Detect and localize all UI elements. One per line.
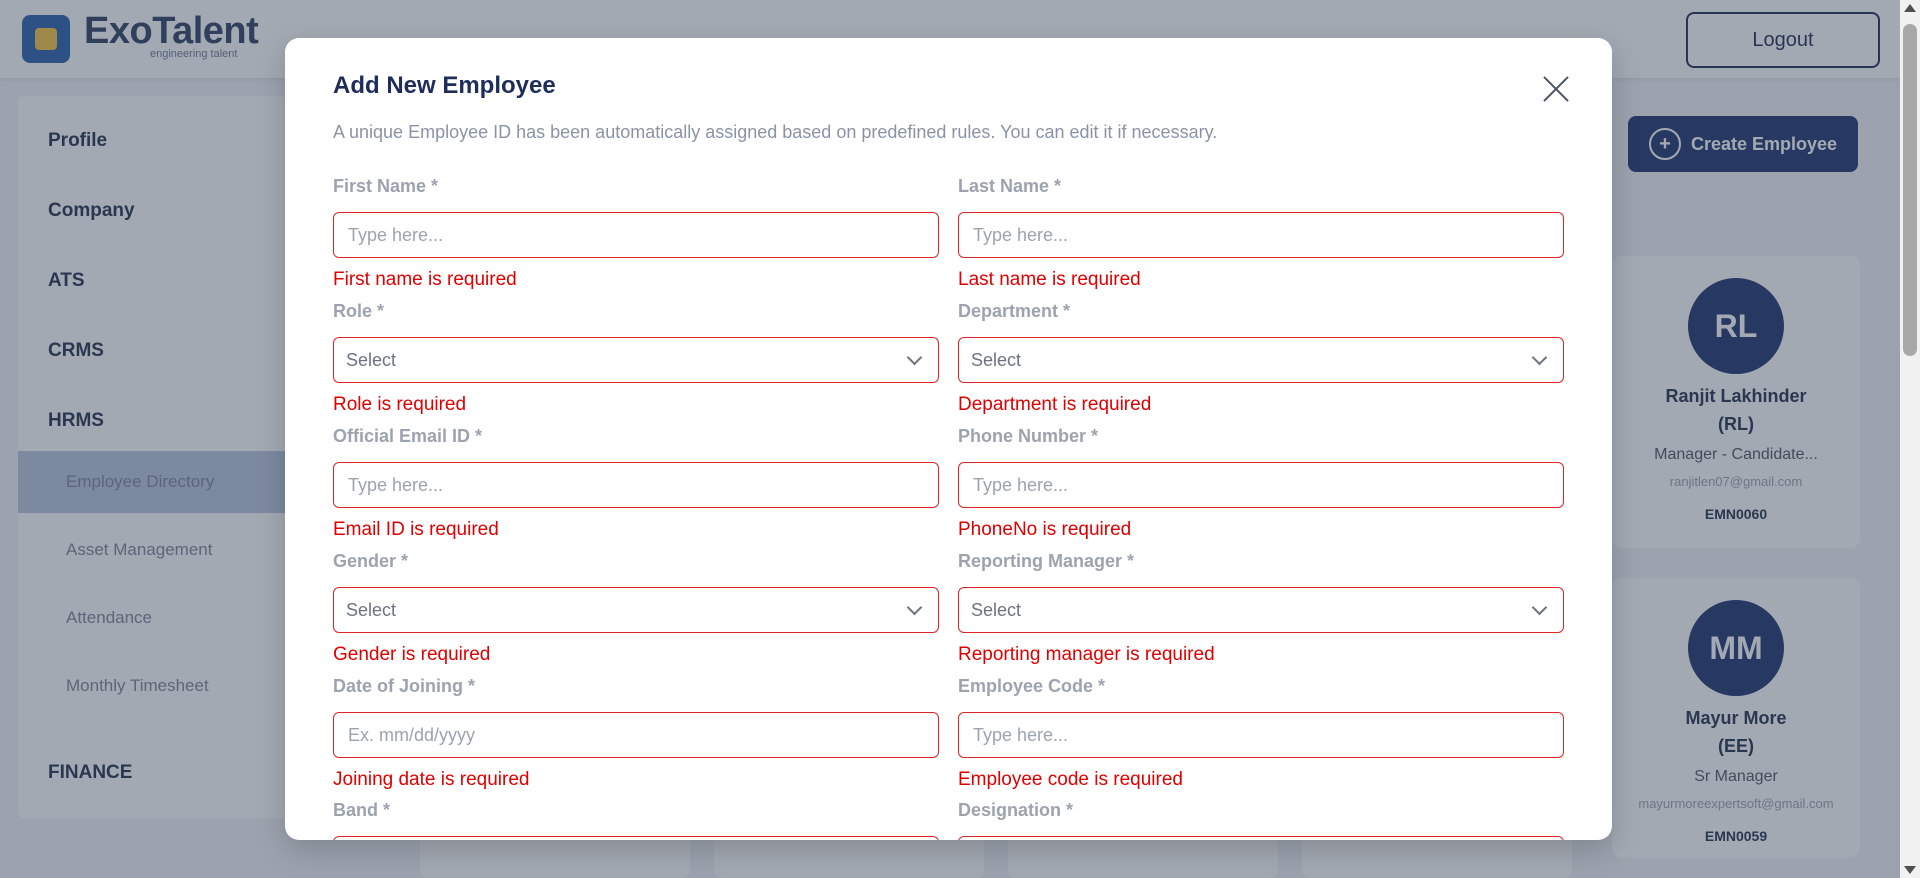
scroll-down-arrow-icon[interactable] bbox=[1904, 866, 1916, 874]
last-name-input[interactable]: Type here... bbox=[958, 212, 1564, 258]
first-name-input[interactable]: Type here... bbox=[333, 212, 939, 258]
last-name-error: Last name is required bbox=[958, 269, 1141, 290]
last-name-label: Last Name * bbox=[958, 176, 1062, 196]
employee-code-placeholder: Type here... bbox=[973, 724, 1069, 745]
phone-field: Phone Number * Type here... PhoneNo is r… bbox=[958, 424, 1566, 542]
phone-error: PhoneNo is required bbox=[958, 519, 1132, 540]
chevron-down-icon bbox=[1531, 349, 1548, 366]
department-field: Department * Select Department is requir… bbox=[958, 299, 1566, 417]
date-of-joining-placeholder: Ex. mm/dd/yyyy bbox=[348, 724, 476, 745]
designation-label: Designation * bbox=[958, 800, 1074, 820]
band-select[interactable] bbox=[333, 836, 939, 840]
gender-error: Gender is required bbox=[333, 644, 491, 665]
gender-label: Gender * bbox=[333, 551, 409, 571]
reporting-manager-select[interactable]: Select bbox=[958, 587, 1564, 633]
role-label: Role * bbox=[333, 301, 385, 321]
reporting-manager-error: Reporting manager is required bbox=[958, 644, 1215, 665]
modal-description: A unique Employee ID has been automatica… bbox=[333, 122, 1218, 142]
page-scrollbar[interactable] bbox=[1900, 0, 1920, 878]
department-select-value: Select bbox=[971, 349, 1022, 370]
add-employee-modal: Add New Employee A unique Employee ID ha… bbox=[285, 38, 1612, 840]
role-select[interactable]: Select bbox=[333, 337, 939, 383]
first-name-error: First name is required bbox=[333, 269, 517, 290]
first-name-label: First Name * bbox=[333, 176, 439, 196]
phone-placeholder: Type here... bbox=[973, 474, 1069, 495]
date-of-joining-input[interactable]: Ex. mm/dd/yyyy bbox=[333, 712, 939, 758]
date-of-joining-field: Date of Joining * Ex. mm/dd/yyyy Joining… bbox=[333, 674, 941, 792]
email-label: Official Email ID * bbox=[333, 426, 483, 446]
gender-select[interactable]: Select bbox=[333, 587, 939, 633]
scroll-up-arrow-icon[interactable] bbox=[1904, 4, 1916, 12]
employee-code-error: Employee code is required bbox=[958, 769, 1183, 790]
last-name-placeholder: Type here... bbox=[973, 224, 1069, 245]
department-label: Department * bbox=[958, 301, 1071, 321]
gender-select-value: Select bbox=[346, 599, 397, 620]
email-placeholder: Type here... bbox=[348, 474, 444, 495]
gender-field: Gender * Select Gender is required bbox=[333, 549, 941, 667]
modal-title: Add New Employee bbox=[333, 72, 556, 99]
designation-select[interactable] bbox=[958, 836, 1564, 840]
designation-field: Designation * bbox=[958, 798, 1566, 840]
chevron-down-icon bbox=[906, 599, 923, 616]
email-error: Email ID is required bbox=[333, 519, 499, 540]
scrollbar-thumb[interactable] bbox=[1903, 24, 1917, 356]
close-icon[interactable] bbox=[1539, 72, 1573, 106]
phone-input[interactable]: Type here... bbox=[958, 462, 1564, 508]
chevron-down-icon bbox=[906, 349, 923, 366]
band-field: Band * bbox=[333, 798, 941, 840]
band-label: Band * bbox=[333, 800, 391, 820]
date-of-joining-label: Date of Joining * bbox=[333, 676, 476, 696]
role-select-value: Select bbox=[346, 349, 397, 370]
department-error: Department is required bbox=[958, 394, 1152, 415]
email-input[interactable]: Type here... bbox=[333, 462, 939, 508]
employee-code-input[interactable]: Type here... bbox=[958, 712, 1564, 758]
department-select[interactable]: Select bbox=[958, 337, 1564, 383]
reporting-manager-select-value: Select bbox=[971, 599, 1022, 620]
first-name-placeholder: Type here... bbox=[348, 224, 444, 245]
employee-code-label: Employee Code * bbox=[958, 676, 1106, 696]
email-field: Official Email ID * Type here... Email I… bbox=[333, 424, 941, 542]
role-field: Role * Select Role is required bbox=[333, 299, 941, 417]
chevron-down-icon bbox=[1531, 599, 1548, 616]
date-of-joining-error: Joining date is required bbox=[333, 769, 530, 790]
employee-code-field: Employee Code * Type here... Employee co… bbox=[958, 674, 1566, 792]
last-name-field: Last Name * Type here... Last name is re… bbox=[958, 174, 1566, 292]
reporting-manager-field: Reporting Manager * Select Reporting man… bbox=[958, 549, 1566, 667]
first-name-field: First Name * Type here... First name is … bbox=[333, 174, 941, 292]
role-error: Role is required bbox=[333, 394, 467, 415]
phone-label: Phone Number * bbox=[958, 426, 1099, 446]
reporting-manager-label: Reporting Manager * bbox=[958, 551, 1135, 571]
